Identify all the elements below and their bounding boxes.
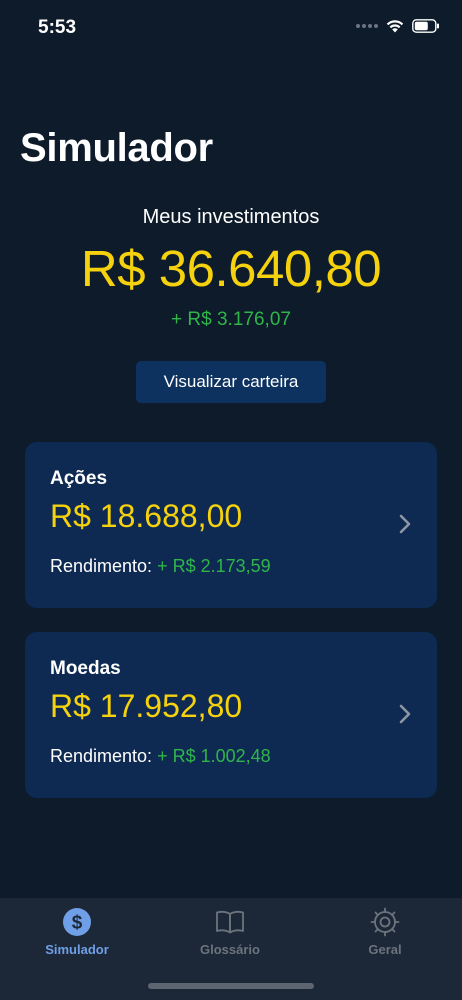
cellular-signal-icon: [356, 24, 378, 28]
total-gain-value: + R$ 3.176,07: [171, 309, 291, 330]
card-value: R$ 17.952,80: [50, 688, 243, 724]
home-indicator[interactable]: [148, 983, 314, 989]
yield-label: Rendimento:: [50, 746, 153, 766]
chevron-right-icon: [399, 514, 411, 534]
tab-label: Geral: [368, 942, 402, 957]
dollar-circle-icon: $: [63, 908, 91, 936]
investments-summary: Meus investimentos R$ 36.640,80 + R$ 3.1…: [0, 206, 462, 331]
tab-glossario[interactable]: Glossário: [175, 906, 285, 957]
status-bar: 5:53: [0, 0, 462, 56]
gear-icon: [370, 907, 400, 937]
chevron-right-icon: [399, 704, 411, 724]
card-title: Ações: [50, 468, 108, 489]
tab-bar: $ Simulador Glossário Geral: [0, 898, 462, 1000]
tab-label: Simulador: [45, 942, 109, 957]
total-investments-value: R$ 36.640,80: [80, 240, 382, 297]
yield-value: + R$ 1.002,48: [157, 746, 271, 766]
tab-geral[interactable]: Geral: [330, 906, 440, 957]
status-icons: [356, 19, 440, 33]
book-icon: [216, 910, 244, 934]
yield-value: + R$ 2.173,59: [157, 556, 271, 576]
tab-label: Glossário: [200, 942, 260, 957]
card-title: Moedas: [50, 658, 121, 679]
status-time: 5:53: [38, 17, 77, 38]
view-wallet-button[interactable]: Visualizar carteira: [136, 361, 326, 403]
battery-icon: [412, 19, 439, 33]
card-value: R$ 18.688,00: [50, 498, 243, 534]
page-title: Simulador: [20, 126, 213, 170]
yield-label: Rendimento:: [50, 556, 153, 576]
wifi-icon: [386, 20, 404, 33]
svg-text:$: $: [72, 913, 83, 934]
card-yield: Rendimento: + R$ 1.002,48: [50, 746, 271, 767]
card-yield: Rendimento: + R$ 2.173,59: [50, 556, 271, 577]
card-currencies[interactable]: Moedas R$ 17.952,80 Rendimento: + R$ 1.0…: [25, 632, 437, 798]
card-stocks[interactable]: Ações R$ 18.688,00 Rendimento: + R$ 2.17…: [25, 442, 437, 608]
summary-label: Meus investimentos: [142, 206, 320, 228]
tab-simulador[interactable]: $ Simulador: [22, 906, 132, 957]
